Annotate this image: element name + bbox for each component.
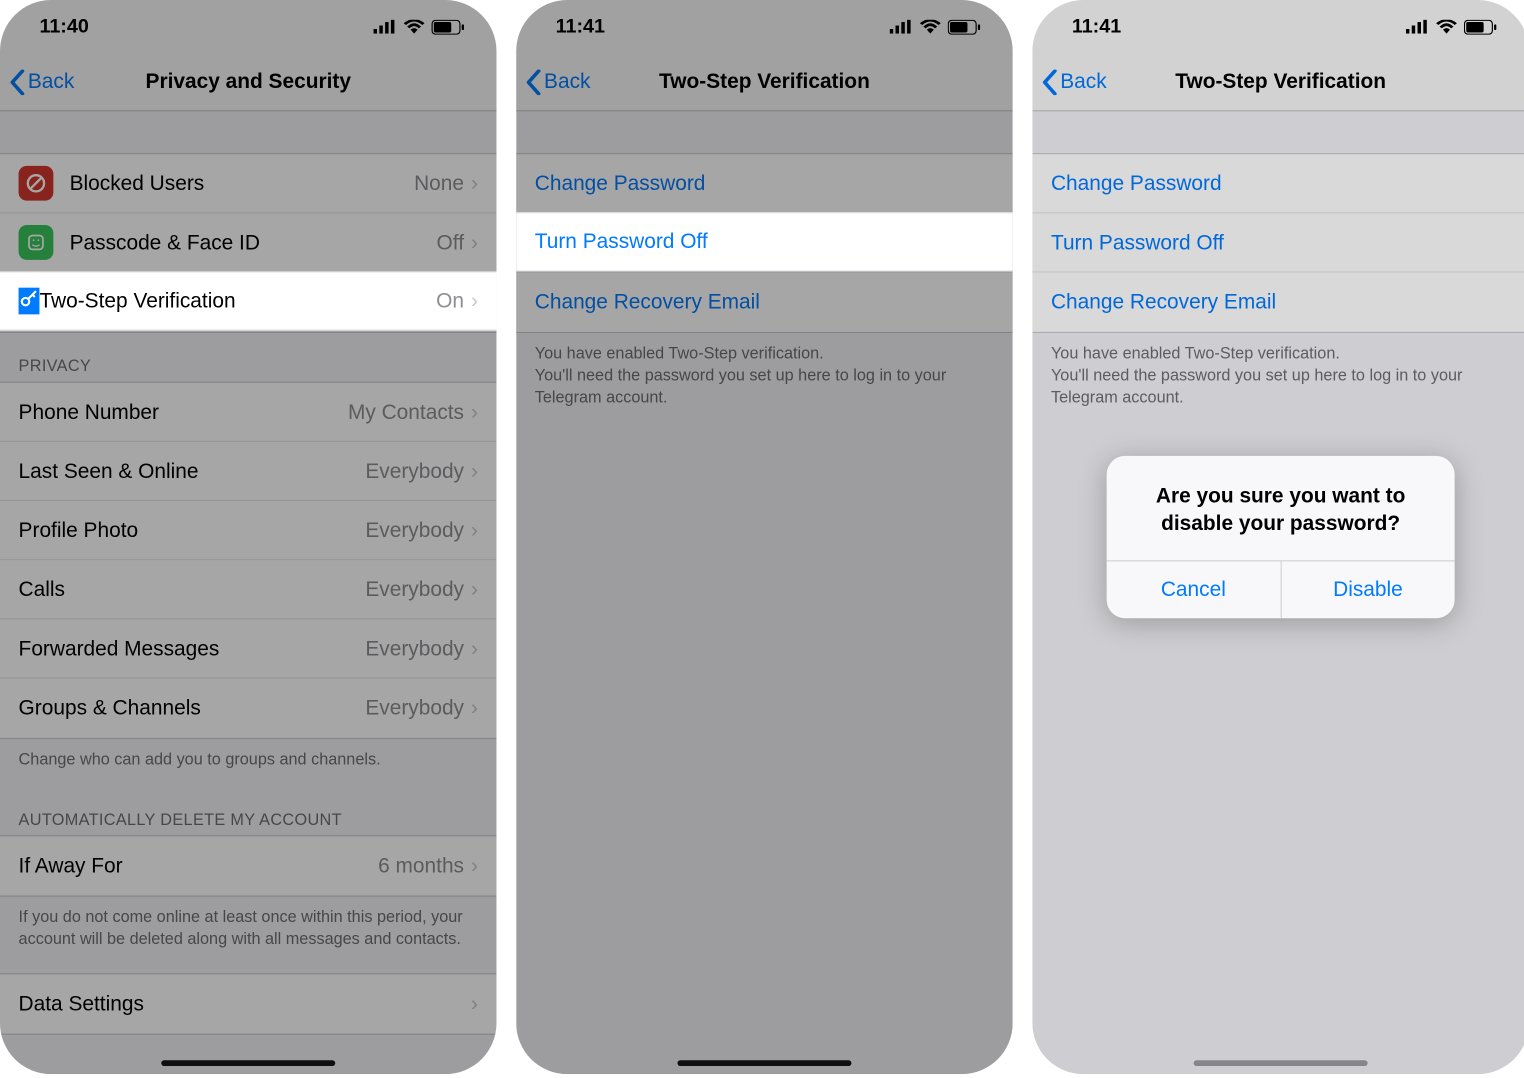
auto-delete-header: Automatically Delete My Account: [0, 786, 496, 835]
row-label: Blocked Users: [70, 171, 414, 195]
page-title: Two-Step Verification: [516, 70, 1012, 94]
screenshots-row: 11:40 Back Privacy and Security Blocked …: [0, 0, 1524, 1074]
wifi-icon: [920, 20, 941, 34]
turn-password-off-highlight[interactable]: Turn Password Off: [516, 212, 1012, 271]
row-data-settings[interactable]: Data Settings›: [0, 974, 496, 1033]
battery-icon: [948, 19, 980, 34]
row-label: Two-Step Verification: [39, 289, 436, 313]
two-step-verification-highlight[interactable]: Two-Step Verification On ›: [0, 271, 496, 330]
row-label: Turn Password Off: [535, 230, 708, 254]
battery-icon: [432, 19, 464, 34]
row-groups-channels[interactable]: Groups & ChannelsEverybody›: [0, 679, 496, 738]
chevron-right-icon: ›: [471, 636, 478, 660]
passcode-icon: [19, 225, 54, 260]
data-settings-group: Data Settings›: [0, 973, 496, 1034]
status-time: 11:41: [556, 15, 605, 38]
privacy-footer: Change who can add you to groups and cha…: [0, 739, 496, 786]
privacy-header: Privacy: [0, 333, 496, 382]
nav-bar: Back Privacy and Security: [0, 53, 496, 111]
auto-delete-group: If Away For6 months›: [0, 835, 496, 896]
row-if-away-for[interactable]: If Away For6 months›: [0, 836, 496, 895]
key-icon: [19, 288, 40, 315]
chevron-right-icon: ›: [471, 991, 478, 1015]
row-label: Passcode & Face ID: [70, 230, 437, 254]
row-change-recovery-email[interactable]: Change Recovery Email: [516, 273, 1012, 332]
home-indicator[interactable]: [161, 1060, 335, 1066]
chevron-right-icon: ›: [471, 518, 478, 542]
nav-bar: Back Two-Step Verification: [516, 53, 1012, 111]
home-indicator[interactable]: [677, 1060, 851, 1066]
cellular-icon: [890, 20, 913, 34]
chevron-right-icon: ›: [471, 400, 478, 424]
chevron-right-icon: ›: [471, 171, 478, 195]
row-calls[interactable]: CallsEverybody›: [0, 560, 496, 619]
chevron-right-icon: ›: [471, 577, 478, 601]
row-phone-number[interactable]: Phone NumberMy Contacts›: [0, 383, 496, 442]
twostep-footer: You have enabled Two-Step verification. …: [516, 333, 1012, 424]
auto-delete-footer: If you do not come online at least once …: [0, 897, 496, 966]
confirm-alert: Are you sure you want to disable your pa…: [1107, 456, 1455, 619]
chevron-right-icon: ›: [471, 854, 478, 878]
block-icon: [19, 166, 54, 201]
cancel-button[interactable]: Cancel: [1107, 562, 1280, 619]
row-value: None: [414, 171, 464, 195]
cellular-icon: [374, 20, 397, 34]
row-last-seen[interactable]: Last Seen & OnlineEverybody›: [0, 442, 496, 501]
row-forwarded-messages[interactable]: Forwarded MessagesEverybody›: [0, 619, 496, 678]
row-value: Off: [437, 230, 464, 254]
phone-two-step-verification: 11:41 Back Two-Step Verification Change …: [516, 0, 1012, 1074]
row-profile-photo[interactable]: Profile PhotoEverybody›: [0, 501, 496, 560]
page-title: Privacy and Security: [0, 70, 496, 94]
alert-backdrop: Are you sure you want to disable your pa…: [1032, 0, 1524, 1074]
row-blocked-users[interactable]: Blocked Users None ›: [0, 154, 496, 213]
row-passcode-faceid[interactable]: Passcode & Face ID Off ›: [0, 213, 496, 272]
row-change-password[interactable]: Change Password: [516, 154, 1012, 213]
disable-button[interactable]: Disable: [1280, 562, 1455, 619]
chevron-right-icon: ›: [471, 459, 478, 483]
privacy-group: Phone NumberMy Contacts› Last Seen & Onl…: [0, 382, 496, 739]
status-time: 11:40: [39, 15, 88, 38]
chevron-right-icon: ›: [471, 230, 478, 254]
row-value: On: [436, 289, 464, 313]
status-bar: 11:40: [0, 0, 496, 53]
alert-buttons: Cancel Disable: [1107, 561, 1455, 619]
phone-privacy-security: 11:40 Back Privacy and Security Blocked …: [0, 0, 496, 1074]
chevron-right-icon: ›: [471, 289, 478, 313]
status-bar: 11:41: [516, 0, 1012, 53]
alert-title: Are you sure you want to disable your pa…: [1107, 456, 1455, 561]
status-indicators: [374, 19, 464, 34]
chevron-right-icon: ›: [471, 696, 478, 720]
wifi-icon: [404, 20, 425, 34]
status-indicators: [890, 19, 980, 34]
phone-disable-confirm: 11:41 Back Two-Step Verification Change …: [1032, 0, 1524, 1074]
